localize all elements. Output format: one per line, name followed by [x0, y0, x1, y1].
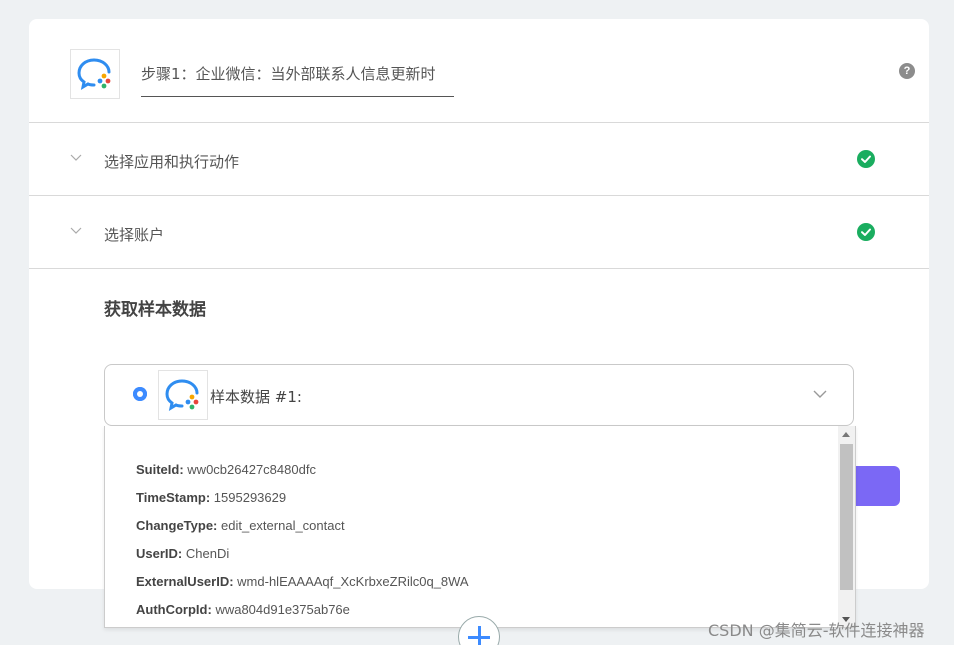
list-item[interactable]: ExternalUserID: wmd-hlEAAAAqf_XcKrbxeZRi… [136, 574, 469, 602]
sample-data-select[interactable]: 样本数据 #1: [104, 364, 854, 426]
field-value: wmd-hlEAAAAqf_XcKrbxeZRilc0q_8WA [237, 574, 469, 589]
scroll-thumb[interactable] [840, 444, 853, 590]
sample-field-list: SuiteId: ww0cb26427c8480dfc TimeStamp: 1… [136, 462, 469, 627]
field-key: UserID: [136, 546, 183, 561]
field-value: wwa804d91e375ab76e [215, 602, 350, 617]
section-select-account[interactable]: 选择账户 [29, 196, 929, 269]
list-item[interactable]: AuthCorpId: wwa804d91e375ab76e [136, 602, 469, 627]
sample-data-dropdown[interactable]: SuiteId: ww0cb26427c8480dfc TimeStamp: 1… [104, 426, 856, 628]
step-title[interactable]: 步骤1：企业微信：当外部联系人信息更新时 [141, 63, 454, 97]
field-value: 1595293629 [213, 490, 287, 505]
field-value: edit_external_contact [221, 518, 345, 533]
watermark: CSDN @集简云-软件连接神器 [708, 621, 925, 640]
chevron-down-icon[interactable] [70, 225, 82, 237]
list-item[interactable]: UserID: ChenDi [136, 546, 469, 574]
sample-data-heading: 获取样本数据 [104, 300, 206, 320]
field-key: ExternalUserID: [136, 574, 234, 589]
field-value: ChenDi [185, 546, 230, 561]
help-icon[interactable]: ? [899, 63, 915, 79]
chevron-down-icon[interactable] [70, 152, 82, 164]
scrollbar[interactable] [838, 426, 855, 627]
section-label: 选择账户 [104, 226, 165, 244]
section-label: 选择应用和执行动作 [104, 153, 240, 171]
step-header: 步骤1：企业微信：当外部联系人信息更新时 ? [29, 19, 929, 123]
wecom-logo-icon [70, 49, 120, 99]
section-select-app[interactable]: 选择应用和执行动作 [29, 123, 929, 196]
list-item[interactable]: TimeStamp: 1595293629 [136, 490, 469, 518]
field-key: TimeStamp: [136, 490, 211, 505]
sample-radio[interactable] [133, 387, 147, 401]
scroll-up-arrow-icon[interactable] [842, 432, 850, 437]
check-circle-icon [857, 223, 875, 241]
field-key: ChangeType: [136, 518, 218, 533]
field-key: AuthCorpId: [136, 602, 212, 617]
list-item[interactable]: SuiteId: ww0cb26427c8480dfc [136, 462, 469, 490]
wecom-logo-icon [158, 370, 208, 420]
field-value: ww0cb26427c8480dfc [187, 462, 316, 477]
field-key: SuiteId: [136, 462, 184, 477]
check-circle-icon [857, 150, 875, 168]
list-item[interactable]: ChangeType: edit_external_contact [136, 518, 469, 546]
chevron-down-icon[interactable] [813, 387, 827, 401]
sample-select-label: 样本数据 #1: [210, 388, 302, 406]
